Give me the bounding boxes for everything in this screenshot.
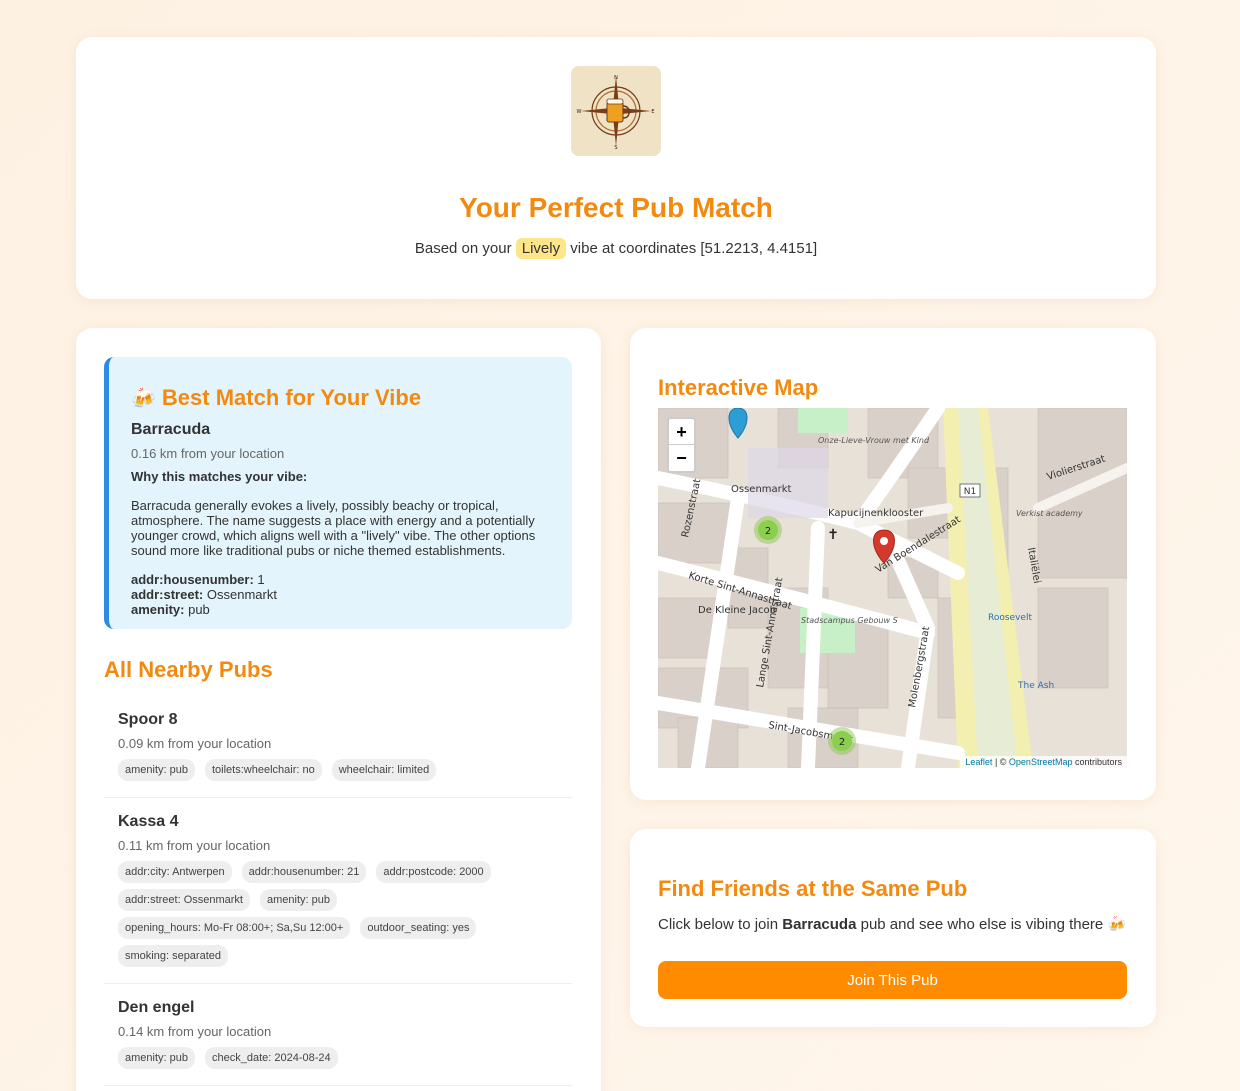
tag-chip: amenity: pub [260, 889, 337, 911]
pub-distance: 0.11 km from your location [118, 838, 271, 853]
zoom-control: + − [667, 417, 696, 473]
tag-chip: smoking: separated [118, 945, 228, 967]
tag-chip: addr:housenumber: 21 [241, 861, 367, 883]
map-label: The Ash [1017, 681, 1054, 691]
subtitle-suffix: vibe at coordinates [51.2213, 4.4151] [570, 240, 818, 257]
pub-distance: 0.14 km from your location [118, 1024, 272, 1039]
page-title: Your Perfect Pub Match [459, 192, 773, 223]
why-label: Why this matches your vibe: [131, 469, 308, 484]
osm-link[interactable]: OpenStreetMap [1009, 757, 1073, 767]
pub-name: Kassa 4 [118, 813, 179, 830]
cluster-count: 2 [839, 737, 845, 748]
map-label: Kapucijnenklooster [828, 508, 924, 519]
results-card: 🍻 Best Match for Your Vibe Barracuda 0.1… [76, 328, 601, 1091]
cluster-marker: 2 [828, 727, 856, 755]
nearby-pubs-heading: All Nearby Pubs [104, 657, 273, 682]
header-card: N S W E Your Perfect Pub Match Based on … [76, 37, 1156, 299]
map-tiles: Ossenmarkt Kapucijnenklooster Korte Sint… [658, 408, 1127, 768]
list-item[interactable]: Spoor 8 0.09 km from your location ameni… [104, 696, 572, 798]
tag-row: addr:housenumber: 1 [131, 572, 550, 587]
tag-value: Ossenmarkt [206, 587, 277, 602]
tag-chip: outdoor_seating: yes [360, 917, 477, 939]
tag-chip: amenity: pub [118, 759, 195, 781]
list-item[interactable]: Kassa 4 0.11 km from your location addr:… [104, 798, 572, 984]
map-label: Verkist academy [1016, 509, 1083, 518]
tag-chip: addr:street: Ossenmarkt [118, 889, 250, 911]
svg-text:E: E [651, 109, 654, 115]
beer-mugs-icon: 🍻 [1107, 916, 1127, 933]
leaflet-link[interactable]: Leaflet [965, 757, 992, 767]
map-label: N1 [964, 487, 976, 497]
cluster-count: 2 [765, 526, 771, 537]
tag-value: 1 [257, 572, 265, 587]
best-match-distance: 0.16 km from your location [131, 446, 285, 461]
map-label: Onze-Lieve-Vrouw met Kind [818, 436, 930, 445]
compass-beer-logo: N S W E [571, 66, 661, 156]
interactive-map[interactable]: Ossenmarkt Kapucijnenklooster Korte Sint… [658, 408, 1127, 768]
best-match-panel: 🍻 Best Match for Your Vibe Barracuda 0.1… [104, 357, 572, 629]
join-pub-button[interactable]: Join This Pub [658, 961, 1127, 999]
church-symbol: ✝ [827, 527, 839, 543]
svg-text:S: S [614, 145, 617, 151]
list-item[interactable]: Den engel 0.14 km from your location ame… [104, 984, 572, 1086]
friends-heading: Find Friends at the Same Pub [658, 876, 968, 901]
tag-row: amenity: pub [131, 602, 550, 617]
svg-text:N: N [614, 75, 618, 81]
map-heading: Interactive Map [658, 375, 819, 400]
pub-distance: 0.09 km from your location [118, 736, 272, 751]
tag-key: amenity: [131, 602, 185, 617]
friends-text-suffix: pub and see who else is vibing there [860, 916, 1104, 933]
friends-text: Click below to join Barracuda pub and se… [658, 915, 1126, 933]
map-label: De Kleine Jacob [698, 605, 776, 616]
vibe-badge: Lively [515, 238, 567, 259]
best-match-name: Barracuda [131, 421, 211, 438]
map-card: Interactive Map Ossenmarkt Kapucijnenklo… [630, 328, 1156, 800]
map-label: Ossenmarkt [731, 484, 792, 495]
pub-tags: addr:city: Antwerpen addr:housenumber: 2… [118, 861, 558, 967]
why-text: Barracuda generally evokes a lively, pos… [131, 498, 536, 558]
svg-text:W: W [577, 109, 582, 115]
attribution-separator: | © [992, 757, 1009, 767]
tag-chip: addr:postcode: 2000 [376, 861, 491, 883]
pub-tags: amenity: pub toilets:wheelchair: no whee… [118, 759, 558, 781]
pub-name: Spoor 8 [118, 711, 178, 728]
best-match-heading: 🍻 Best Match for Your Vibe [131, 385, 550, 411]
tag-row: addr:street: Ossenmarkt [131, 587, 550, 602]
map-attribution: Leaflet | © OpenStreetMap contributors [960, 756, 1127, 768]
tag-chip: addr:city: Antwerpen [118, 861, 232, 883]
best-match-heading-text: Best Match for Your Vibe [161, 385, 422, 410]
zoom-in-button[interactable]: + [669, 419, 694, 445]
subtitle-prefix: Based on your [414, 240, 512, 257]
tag-chip: amenity: pub [118, 1047, 195, 1069]
tag-key: addr:street: [131, 587, 204, 602]
tag-chip: check_date: 2024-08-24 [204, 1047, 338, 1069]
friends-text-prefix: Click below to join [658, 916, 779, 933]
pub-tags: amenity: pub check_date: 2024-08-24 [118, 1047, 558, 1069]
attribution-suffix: contributors [1072, 757, 1122, 767]
tag-chip: wheelchair: limited [331, 759, 437, 781]
tag-chip: toilets:wheelchair: no [204, 759, 322, 781]
cluster-marker: 2 [754, 516, 782, 544]
beer-mugs-icon: 🍻 [131, 387, 156, 410]
friends-card: Find Friends at the Same Pub Click below… [630, 829, 1156, 1027]
zoom-out-button[interactable]: − [669, 445, 694, 471]
tag-value: pub [188, 602, 210, 617]
page-subtitle: Based on your Lively vibe at coordinates… [76, 238, 1156, 259]
nearby-pub-list: Spoor 8 0.09 km from your location ameni… [104, 696, 572, 1086]
friends-pub-name: Barracuda [782, 916, 857, 933]
tag-chip: opening_hours: Mo-Fr 08:00+; Sa,Su 12:00… [118, 917, 351, 939]
map-label: Roosevelt [988, 613, 1032, 623]
pub-name: Den engel [118, 999, 195, 1016]
map-label: Stadscampus Gebouw S [801, 616, 898, 625]
tag-key: addr:housenumber: [131, 572, 254, 587]
best-match-tags: addr:housenumber: 1 addr:street: Ossenma… [131, 572, 550, 617]
